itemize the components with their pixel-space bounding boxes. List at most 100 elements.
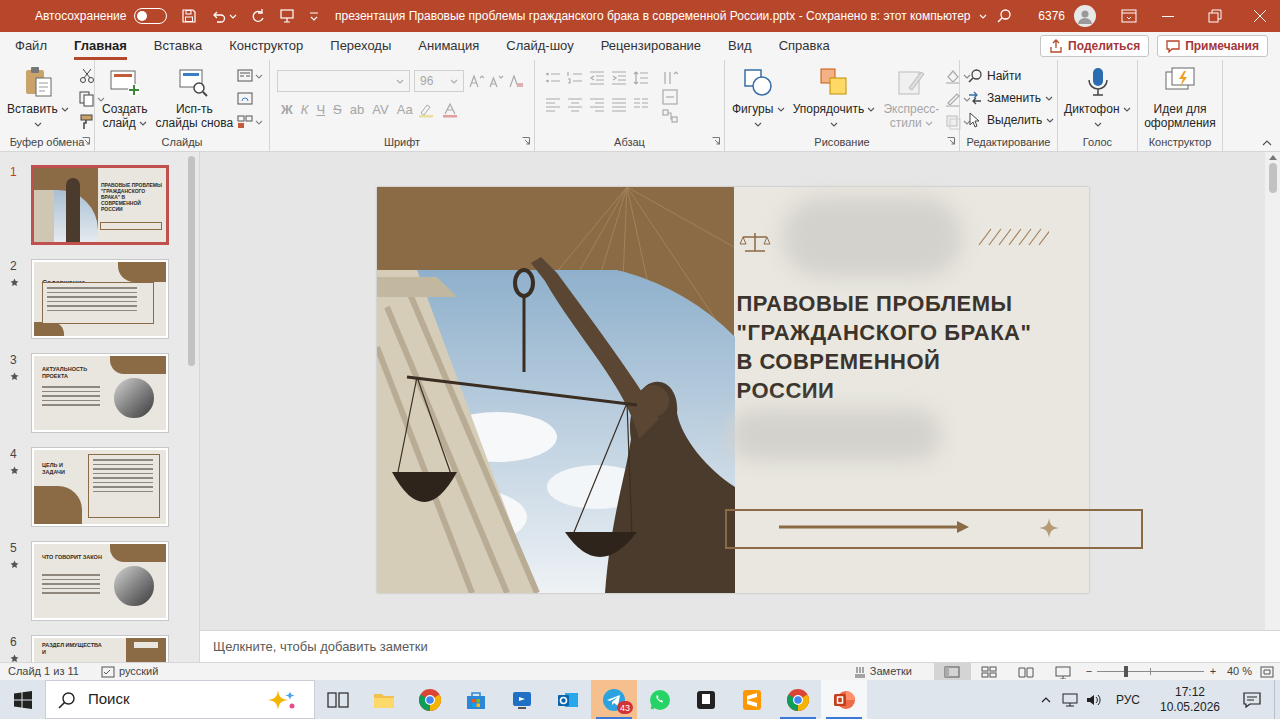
ribbon-tab[interactable]: Анимация xyxy=(418,32,479,60)
font-size-combo[interactable]: 96 xyxy=(414,70,464,92)
font-style-label[interactable]: Аа xyxy=(397,102,413,117)
ribbon-tab[interactable]: Главная xyxy=(74,32,127,60)
font-style-button[interactable]: Ж xyxy=(277,100,297,120)
ribbon-tab[interactable]: Вставка xyxy=(154,32,202,60)
font-style-label[interactable]: Ж xyxy=(281,102,293,117)
avatar-icon[interactable] xyxy=(1074,5,1096,27)
button-label[interactable]: Исп-ть xyxy=(176,102,213,116)
font-style-label[interactable]: ab xyxy=(350,102,364,117)
zoom-slider[interactable] xyxy=(1097,666,1204,678)
tab-label[interactable]: Вставка xyxy=(154,36,202,56)
slide-title[interactable]: ПРАВОВЫЕ ПРОБЛЕМЫ"ГРАЖДАНСКОГО БРАКА"В С… xyxy=(737,289,1032,405)
taskbar-app[interactable]: 43 xyxy=(591,680,637,719)
slide-thumbnail-row[interactable]: 4ЦЕЛЬ И ЗАДАЧИ xyxy=(0,447,185,527)
button-label[interactable]: стили xyxy=(890,116,922,130)
format-painter-button[interactable] xyxy=(79,112,105,132)
font-style-button[interactable]: К xyxy=(297,100,313,120)
taskbar-app[interactable] xyxy=(775,680,821,719)
slide-thumbnail-row[interactable]: 1ПРАВОВЫЕ ПРОБЛЕМЫ "ГРАЖДАНСКОГО БРАКА" … xyxy=(0,165,185,245)
button-label[interactable]: Вставить xyxy=(7,102,58,116)
font-style-label[interactable]: К xyxy=(301,102,309,117)
cut-button[interactable] xyxy=(79,66,105,86)
slide-thumbnail-row[interactable]: 3АКТУАЛЬНОСТЬ ПРОЕКТА xyxy=(0,353,185,433)
view-button[interactable] xyxy=(1045,663,1082,681)
clock-date[interactable]: 10.05.2026 xyxy=(1160,700,1220,715)
tab-label[interactable]: Переходы xyxy=(330,36,391,56)
button-label[interactable]: оформления xyxy=(1144,116,1216,130)
clock-time[interactable]: 17:12 xyxy=(1175,685,1205,700)
view-button[interactable] xyxy=(934,663,971,681)
taskbar-app[interactable] xyxy=(361,680,407,719)
zoom-level[interactable]: 40 % xyxy=(1227,665,1252,677)
view-button[interactable] xyxy=(971,663,1008,681)
share-label[interactable]: Поделиться xyxy=(1068,37,1140,55)
button-label[interactable]: Упорядочить xyxy=(793,102,864,116)
font-style-label[interactable]: Ч xyxy=(316,102,325,117)
notes-pane[interactable]: Щелкните, чтобы добавить заметки xyxy=(200,630,1280,662)
design-ideas-button[interactable]: Идеи дляоформления xyxy=(1140,64,1220,130)
shape-effects-button[interactable] xyxy=(945,112,971,132)
tab-label[interactable]: Слайд-шоу xyxy=(506,36,573,56)
taskbar-app[interactable] xyxy=(545,680,591,719)
zoom-in-button[interactable]: + xyxy=(1210,665,1216,677)
language-label[interactable]: русский xyxy=(119,663,158,680)
minimize-button[interactable] xyxy=(1161,9,1175,23)
taskbar-search[interactable]: Поиск xyxy=(45,680,315,719)
notes-label[interactable]: Заметки xyxy=(870,663,912,680)
tab-label[interactable]: Файл xyxy=(15,36,47,56)
select-label[interactable]: Выделить xyxy=(987,111,1042,129)
reset-button[interactable] xyxy=(237,89,263,109)
paste-button[interactable]: Вставить xyxy=(3,64,73,130)
taskbar-app[interactable] xyxy=(729,680,775,719)
view-button[interactable] xyxy=(1008,663,1045,681)
taskbar-app[interactable] xyxy=(315,680,361,719)
comments-button[interactable]: Примечания xyxy=(1157,35,1268,57)
slide-thumbnail[interactable]: РАЗДЕЛ ИМУЩЕСТВА И xyxy=(31,635,169,662)
thumbnails-scrollbar[interactable] xyxy=(185,152,197,662)
new-slide-button[interactable]: Создатьслайд xyxy=(98,64,152,130)
taskbar-app[interactable] xyxy=(407,680,453,719)
button-label[interactable]: Диктофон xyxy=(1064,102,1119,116)
slide-thumbnail-row[interactable]: 6РАЗДЕЛ ИМУЩЕСТВА И xyxy=(0,635,185,662)
slide-thumbnail-row[interactable]: 2Содержание xyxy=(0,259,185,339)
input-language[interactable]: РУС xyxy=(1116,693,1140,707)
replace-button[interactable]: Заменить xyxy=(967,88,1054,108)
start-button[interactable] xyxy=(0,680,45,719)
taskbar-app[interactable] xyxy=(821,680,867,719)
notes-button[interactable]: Заметки xyxy=(854,663,912,680)
font-style-button[interactable]: ab xyxy=(346,100,368,120)
tab-label[interactable]: Конструктор xyxy=(229,36,303,56)
close-button[interactable] xyxy=(1253,9,1267,23)
tab-label[interactable]: Вид xyxy=(728,36,752,56)
slide-title-line[interactable]: РОССИИ xyxy=(737,378,835,403)
action-center-button[interactable] xyxy=(1230,692,1274,708)
ribbon-tab[interactable]: Справка xyxy=(779,32,830,60)
font-style-label[interactable]: S xyxy=(333,102,342,117)
slide-thumbnail[interactable]: ЧТО ГОВОРИТ ЗАКОН xyxy=(31,541,169,621)
slide-thumbnail[interactable]: АКТУАЛЬНОСТЬ ПРОЕКТА xyxy=(31,353,169,433)
taskbar-app[interactable] xyxy=(499,680,545,719)
button-label[interactable]: Экспресс- xyxy=(883,102,939,116)
button-label[interactable]: Идеи для xyxy=(1154,102,1207,116)
find-label[interactable]: Найти xyxy=(987,67,1021,85)
notes-placeholder[interactable]: Щелкните, чтобы добавить заметки xyxy=(213,637,428,657)
share-button[interactable]: Поделиться xyxy=(1040,35,1149,57)
dictate-button[interactable]: Диктофон xyxy=(1060,64,1135,130)
clock[interactable]: 17:1210.05.2026 xyxy=(1150,685,1230,715)
select-button[interactable]: Выделить xyxy=(967,110,1054,130)
ribbon-tab[interactable]: Вид xyxy=(728,32,752,60)
font-name-combo[interactable] xyxy=(277,70,410,92)
search-placeholder[interactable]: Поиск xyxy=(88,690,130,707)
tab-label[interactable]: Справка xyxy=(779,36,830,56)
tab-label[interactable]: Рецензирование xyxy=(601,36,701,56)
font-style-button[interactable]: AV xyxy=(368,100,392,120)
ribbon-tab[interactable]: Конструктор xyxy=(229,32,303,60)
font-style-button[interactable]: Ч xyxy=(312,100,329,120)
font-style-button[interactable]: S xyxy=(329,100,346,120)
autosave-toggle[interactable] xyxy=(134,8,167,24)
slide-thumbnail[interactable]: ПРАВОВЫЕ ПРОБЛЕМЫ "ГРАЖДАНСКОГО БРАКА" В… xyxy=(31,165,169,245)
slide-thumbnail[interactable]: ЦЕЛЬ И ЗАДАЧИ xyxy=(31,447,169,527)
button-label[interactable]: Фигуры xyxy=(732,102,773,116)
zoom-out-button[interactable]: − xyxy=(1086,665,1092,677)
taskbar-app[interactable] xyxy=(637,680,683,719)
